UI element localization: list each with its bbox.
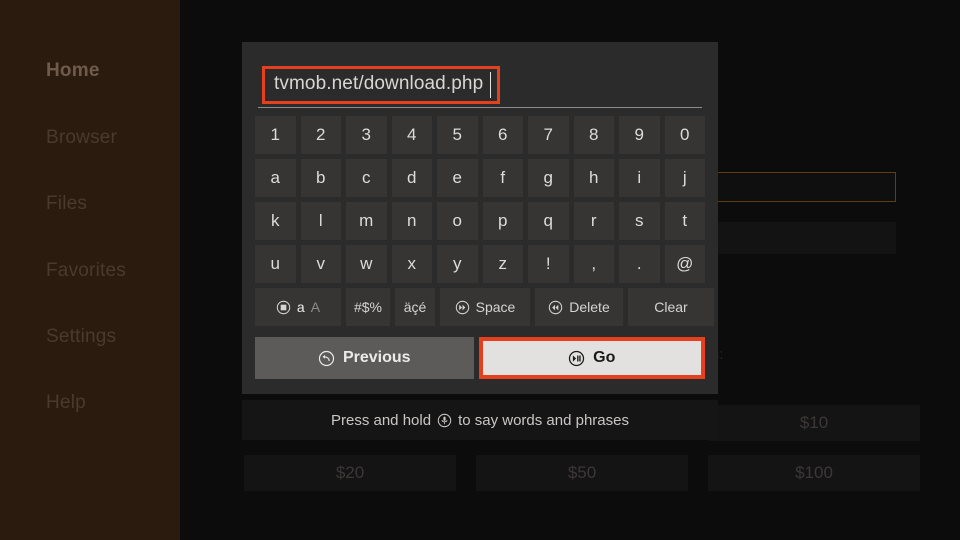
case-upper-label: A — [310, 299, 321, 315]
key-case-toggle[interactable]: aA — [255, 288, 341, 326]
keyboard-row-functions: aA #$% äçé Space Delete Clear — [255, 288, 714, 326]
key-e[interactable]: e — [437, 159, 478, 197]
key-q[interactable]: q — [528, 202, 569, 240]
donate-button-label: $50 — [567, 463, 597, 482]
rewind-circle-icon — [548, 300, 563, 315]
key-u[interactable]: u — [255, 245, 296, 283]
donate-button-label: $10 — [799, 413, 829, 432]
keyboard-keys: 1 2 3 4 5 6 7 8 9 0 a b c d e f g h i j … — [255, 116, 714, 331]
key-g[interactable]: g — [528, 159, 569, 197]
key-7[interactable]: 7 — [528, 116, 569, 154]
url-input-row: tvmob.net/download.php — [258, 66, 702, 108]
url-input-underline — [258, 107, 702, 108]
donate-button-100[interactable]: $100 — [708, 455, 920, 491]
previous-button-label: Previous — [342, 349, 411, 366]
key-f[interactable]: f — [482, 159, 523, 197]
key-h[interactable]: h — [573, 159, 614, 197]
key-i[interactable]: i — [619, 159, 660, 197]
voice-hint-bar: Press and hold to say words and phrases — [242, 400, 718, 440]
sidebar-item-favorites[interactable]: Favorites — [46, 260, 126, 282]
donate-button-label: $100 — [795, 463, 833, 482]
app-screen: Home Browser Files Favorites Settings He… — [0, 0, 960, 540]
donate-button-10[interactable]: $10 — [708, 405, 920, 441]
key-o[interactable]: o — [437, 202, 478, 240]
key-at[interactable]: @ — [664, 245, 705, 283]
key-6[interactable]: 6 — [482, 116, 523, 154]
previous-button[interactable]: Previous — [255, 337, 474, 379]
key-m[interactable]: m — [346, 202, 387, 240]
donate-button-50[interactable]: $50 — [476, 455, 688, 491]
go-button-focus-highlight: Go — [478, 337, 705, 379]
key-s[interactable]: s — [619, 202, 660, 240]
fast-forward-circle-icon — [455, 300, 470, 315]
sidebar-item-home[interactable]: Home — [46, 60, 100, 82]
keyboard-row-numbers: 1 2 3 4 5 6 7 8 9 0 — [255, 116, 705, 154]
key-2[interactable]: 2 — [300, 116, 341, 154]
donate-button-label: $20 — [335, 463, 365, 482]
key-space[interactable]: Space — [440, 288, 530, 326]
text-caret — [490, 72, 491, 98]
key-v[interactable]: v — [300, 245, 341, 283]
go-button-label: Go — [593, 349, 616, 366]
on-screen-keyboard-dialog: tvmob.net/download.php 1 2 3 4 5 6 7 8 9… — [242, 42, 718, 394]
key-l[interactable]: l — [300, 202, 341, 240]
microphone-circle-icon — [437, 413, 452, 428]
key-period[interactable]: . — [619, 245, 660, 283]
key-symbols[interactable]: #$% — [346, 288, 390, 326]
sidebar: Home Browser Files Favorites Settings He… — [0, 0, 180, 540]
sidebar-item-settings[interactable]: Settings — [46, 326, 116, 348]
key-9[interactable]: 9 — [619, 116, 660, 154]
sidebar-item-help[interactable]: Help — [46, 392, 86, 414]
sidebar-item-label: Favorites — [46, 260, 126, 281]
key-z[interactable]: z — [482, 245, 523, 283]
key-x[interactable]: x — [391, 245, 432, 283]
key-b[interactable]: b — [300, 159, 341, 197]
url-input[interactable]: tvmob.net/download.php — [274, 73, 483, 95]
key-3[interactable]: 3 — [346, 116, 387, 154]
sidebar-item-browser[interactable]: Browser — [46, 127, 117, 149]
sidebar-item-label: Home — [46, 60, 100, 81]
square-in-circle-icon — [276, 300, 291, 315]
key-c[interactable]: c — [346, 159, 387, 197]
key-delete-label: Delete — [569, 299, 610, 315]
sidebar-item-label: Files — [46, 193, 88, 214]
donate-button-20[interactable]: $20 — [244, 455, 456, 491]
sidebar-item-files[interactable]: Files — [46, 193, 87, 215]
play-pause-circle-icon — [568, 350, 585, 367]
key-accents[interactable]: äçé — [395, 288, 435, 326]
key-w[interactable]: w — [346, 245, 387, 283]
voice-hint-prefix: Press and hold — [330, 411, 432, 429]
key-comma[interactable]: , — [573, 245, 614, 283]
key-j[interactable]: j — [664, 159, 705, 197]
key-t[interactable]: t — [664, 202, 705, 240]
sidebar-item-label: Browser — [46, 127, 118, 148]
key-5[interactable]: 5 — [437, 116, 478, 154]
keyboard-row-a-j: a b c d e f g h i j — [255, 159, 705, 197]
case-lower-label: a — [296, 299, 305, 315]
sidebar-item-label: Settings — [46, 326, 117, 347]
key-p[interactable]: p — [482, 202, 523, 240]
keyboard-row-k-t: k l m n o p q r s t — [255, 202, 705, 240]
back-arrow-circle-icon — [318, 350, 335, 367]
key-0[interactable]: 0 — [664, 116, 705, 154]
key-8[interactable]: 8 — [573, 116, 614, 154]
key-exclamation[interactable]: ! — [528, 245, 569, 283]
key-d[interactable]: d — [391, 159, 432, 197]
sidebar-item-label: Help — [46, 392, 86, 413]
key-1[interactable]: 1 — [255, 116, 296, 154]
key-n[interactable]: n — [391, 202, 432, 240]
key-space-label: Space — [475, 299, 516, 315]
key-clear[interactable]: Clear — [628, 288, 714, 326]
key-delete[interactable]: Delete — [535, 288, 623, 326]
dialog-action-row: Previous Go — [255, 337, 705, 379]
key-4[interactable]: 4 — [391, 116, 432, 154]
key-r[interactable]: r — [573, 202, 614, 240]
key-a[interactable]: a — [255, 159, 296, 197]
voice-hint-suffix: to say words and phrases — [458, 411, 629, 429]
key-y[interactable]: y — [437, 245, 478, 283]
keyboard-row-u-at: u v w x y z ! , . @ — [255, 245, 705, 283]
key-k[interactable]: k — [255, 202, 296, 240]
go-button[interactable]: Go — [482, 341, 701, 375]
